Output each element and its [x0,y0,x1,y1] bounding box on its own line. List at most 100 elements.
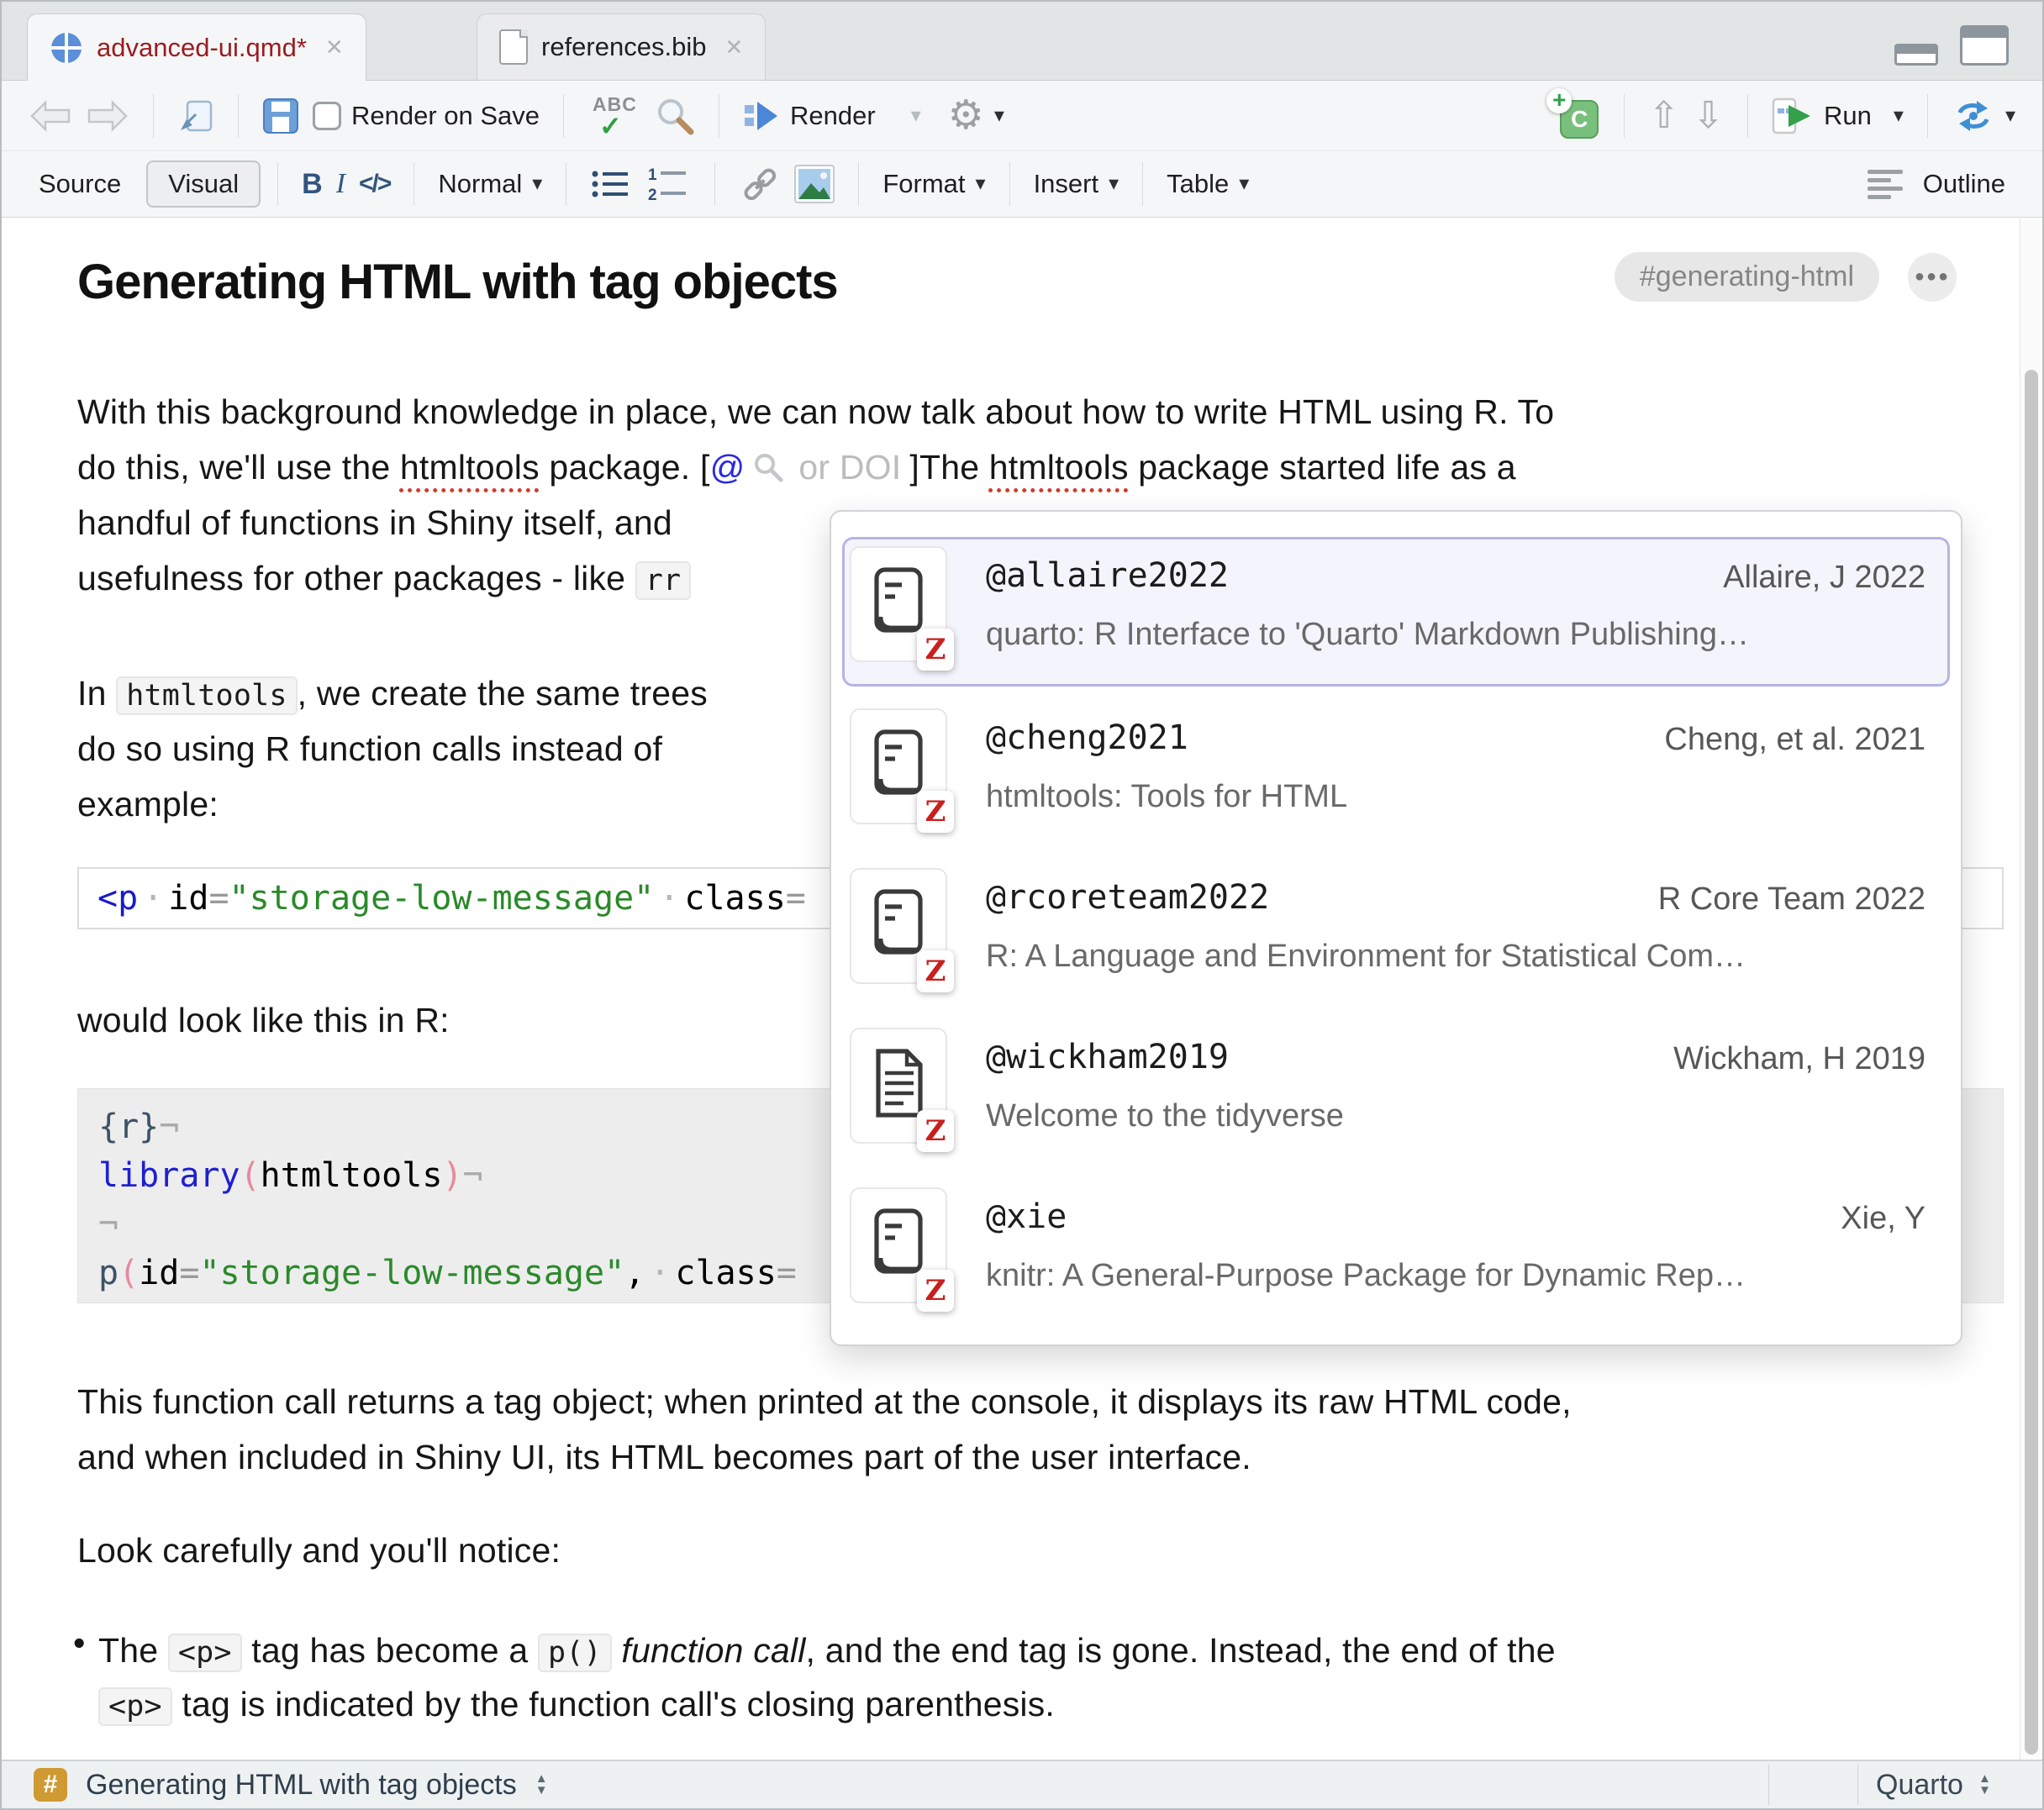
code-format-button[interactable]: </> [359,170,390,198]
window-controls [1894,25,2009,66]
citation-completion-popup: Z @allaire2022 Allaire, J 2022 quarto: R… [830,510,1962,1346]
outline-icon [1868,170,1903,199]
current-section-selector[interactable]: Generating HTML with tag objects [86,1769,517,1802]
paragraph-3[interactable]: This function call returns a tag object;… [77,1374,1572,1485]
spellcheck-button[interactable]: ABC ✓ [587,93,641,139]
svg-text:1: 1 [648,166,657,184]
format-toolbar: Source Visual B I </> Normal ▾ 12 Format [2,151,2042,218]
popout-button[interactable] [177,98,214,134]
run-button[interactable]: Run ▾ [1772,97,1904,134]
mode-updown-icon: ▲▼ [1978,1773,1991,1797]
visual-mode-button[interactable]: Visual [146,160,261,208]
chevron-down-icon[interactable]: ▾ [1894,106,1904,126]
document-editor[interactable]: Generating HTML with tag objects #genera… [2,218,2042,1760]
bullet-list-button[interactable] [590,167,634,201]
close-icon[interactable]: ✕ [325,34,344,61]
paragraph-style-dropdown[interactable]: Normal ▾ [438,169,542,199]
numbered-list-icon: 12 [647,166,691,202]
citation-key: @xie [986,1197,1067,1236]
zotero-badge: Z [917,629,954,671]
book-icon: Z [850,546,947,662]
document-heading[interactable]: Generating HTML with tag objects [77,254,838,310]
source-mode-button[interactable]: Source [39,169,121,199]
table-menu[interactable]: Table ▾ [1167,169,1249,199]
up-arrow-icon: ⇧ [1648,97,1679,134]
editor-tab-bar: advanced-ui.qmd* ✕ references.bib ✕ [2,2,2042,81]
chevron-down-icon[interactable]: ▾ [2005,106,2015,126]
close-icon[interactable]: ✕ [724,34,743,61]
numbered-list-button[interactable]: 12 [647,166,691,202]
maximize-icon[interactable] [1960,25,2009,66]
jump-previous-button[interactable]: ⇧ [1648,97,1679,134]
outline-toggle-button[interactable]: Outline [1868,169,2005,199]
citation-key: @cheng2021 [986,718,1188,757]
citation-search-icon [753,443,783,498]
bullet-list-icon [590,167,634,201]
back-button[interactable] [29,99,72,133]
bold-button[interactable]: B [302,168,323,201]
save-button[interactable] [262,97,299,134]
down-arrow-icon: ⇩ [1693,97,1724,134]
render-on-save-label: Render on Save [351,101,540,131]
run-label: Run [1824,101,1872,131]
text-line: In htmltools, we create the same trees [77,666,708,721]
book-icon: Z [850,708,947,824]
paragraph-r-intro[interactable]: would look like this in R: [77,992,450,1048]
insert-image-button[interactable] [794,165,835,203]
search-icon [655,96,695,136]
scrollbar-thumb[interactable] [2025,370,2038,1755]
source-rerun-button[interactable]: ▾ [1952,98,2015,134]
vertical-scrollbar[interactable] [2020,218,2042,1760]
render-on-save-toggle[interactable]: Render on Save [313,101,540,131]
jump-next-button[interactable]: ⇩ [1693,97,1724,134]
citation-author: Wickham, H 2019 [1673,1041,1925,1077]
citation-item-cheng2021[interactable]: Z @cheng2021 Cheng, et al. 2021 htmltool… [845,702,1947,846]
inline-code: rr [635,561,692,600]
forward-button[interactable] [86,99,129,133]
find-button[interactable] [655,96,695,136]
book-icon: Z [850,868,947,984]
tab-advanced-ui-qmd[interactable]: advanced-ui.qmd* ✕ [27,13,366,81]
tab-references-bib[interactable]: references.bib ✕ [477,13,766,81]
chevron-down-icon[interactable]: ▾ [911,106,921,126]
insert-menu[interactable]: Insert ▾ [1034,169,1119,199]
citation-author: Allaire, J 2022 [1723,560,1925,596]
text-line: <p> tag is indicated by the function cal… [98,1677,2042,1731]
citation-item-wickham2019[interactable]: Z @wickham2019 Wickham, H 2019 Welcome t… [845,1021,1947,1165]
sync-arrows-icon [1952,98,1995,134]
text-line: example: [77,776,708,832]
rstudio-editor-window: advanced-ui.qmd* ✕ references.bib ✕ [0,0,2044,1810]
insert-chunk-button[interactable]: C + [1546,92,1600,140]
render-button[interactable]: Render ▾ [743,99,921,133]
section-updown-icon[interactable]: ▲▼ [535,1773,548,1797]
image-icon [794,165,835,203]
render-on-save-checkbox[interactable] [313,102,341,130]
render-icon [743,99,780,133]
gear-icon: ⚙ [948,96,984,136]
minimize-icon[interactable] [1894,44,1938,66]
citation-item-xie[interactable]: Z @xie Xie, Y knitr: A General-Purpose P… [845,1181,1947,1325]
insert-chunk-icon: C + [1546,92,1600,140]
paragraph-4[interactable]: Look carefully and you'll notice: [77,1523,561,1578]
citation-author: R Core Team 2022 [1658,881,1925,918]
citation-title: R: A Language and Environment for Statis… [986,939,1746,975]
article-icon: Z [850,1028,947,1144]
paragraph-2[interactable]: In htmltools, we create the same trees d… [77,666,708,832]
citation-item-allaire2022[interactable]: Z @allaire2022 Allaire, J 2022 quarto: R… [845,539,1947,684]
format-menu[interactable]: Format ▾ [882,169,985,199]
document-mode-selector[interactable]: Quarto ▲▼ [1876,1761,1991,1808]
text-line: This function call returns a tag object;… [77,1374,1572,1429]
zotero-badge: Z [917,950,954,992]
citation-item-rcoreteam2022[interactable]: Z @rcoreteam2022 R Core Team 2022 R: A L… [845,861,1947,1006]
heading-options-button[interactable]: ●●● [1908,253,1957,302]
text-line: The <p> tag has become a p() function ca… [98,1623,2042,1677]
render-settings-button[interactable]: ⚙ ▾ [948,96,1004,136]
citation-marker: @ [710,448,745,487]
italic-button[interactable]: I [336,168,345,200]
tab-label: references.bib [541,32,706,62]
zotero-badge: Z [917,791,954,833]
insert-link-button[interactable] [739,165,781,203]
file-icon [499,29,528,65]
citation-key: @rcoreteam2022 [986,878,1269,917]
svg-text:2: 2 [648,187,657,202]
